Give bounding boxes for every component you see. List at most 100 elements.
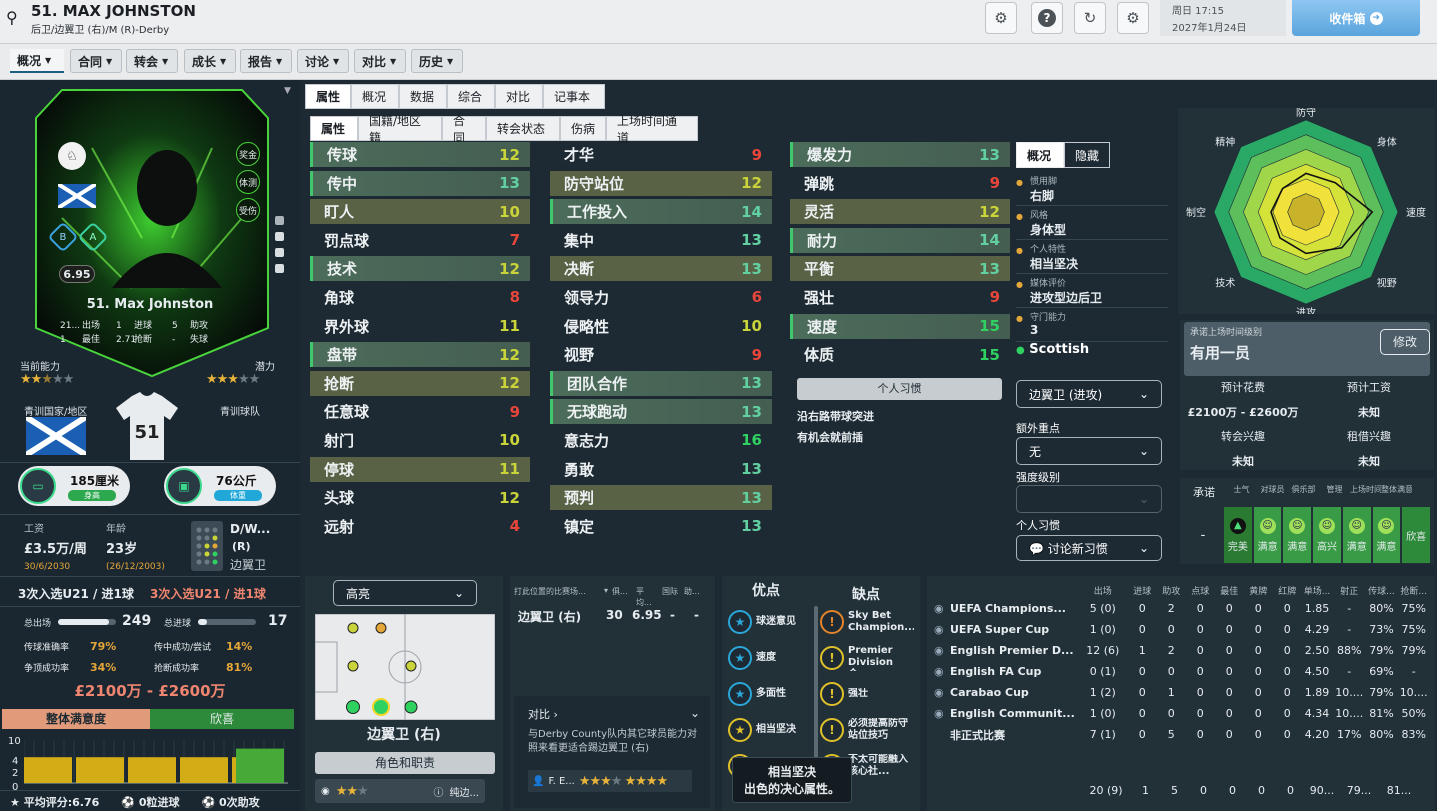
subtab-transfer-status[interactable]: 转会状态	[486, 116, 560, 141]
search-icon[interactable]: ⚲	[6, 8, 18, 27]
subtab-compare[interactable]: 对比	[495, 84, 543, 109]
col-header[interactable]: 射正	[1332, 582, 1366, 598]
tab-development[interactable]: 成长 ▼	[184, 49, 236, 73]
info-tab-hidden[interactable]: 隐藏	[1064, 142, 1110, 168]
con-item[interactable]: ! 强壮	[820, 676, 918, 712]
pro-item[interactable]: ★ 相当坚决	[728, 712, 818, 748]
happiness-cell[interactable]: ▲ 完美	[1224, 507, 1252, 563]
attribute-row[interactable]: 侵略性 10	[550, 314, 772, 339]
col-header[interactable]: 单场...	[1302, 582, 1333, 598]
attribute-row[interactable]: 耐力 14	[790, 227, 1010, 253]
attribute-row[interactable]: 盯人 10	[310, 199, 530, 225]
table-row[interactable]: ◉ Carabao Cup 1 (2) 0 1 0 0 0 0 1.89 10.... 79% 10..…	[931, 682, 1431, 703]
attribute-row[interactable]: 领导力 6	[550, 285, 772, 310]
subtab-playtime-path[interactable]: 上场时间通道	[606, 114, 698, 145]
chevron-down-icon[interactable]: ▼	[284, 86, 291, 96]
attribute-row[interactable]: 强壮 9	[790, 285, 1010, 310]
subtab-notebook[interactable]: 记事本	[543, 84, 605, 109]
tab-contract[interactable]: 合同 ▼	[70, 49, 122, 73]
col-header[interactable]: 出场	[1078, 582, 1128, 598]
attribute-row[interactable]: 罚点球 7	[310, 228, 530, 253]
pager-dot[interactable]	[275, 248, 284, 257]
attribute-row[interactable]: 速度 15	[790, 313, 1010, 339]
attribute-row[interactable]: 灵活 12	[790, 199, 1010, 225]
col-header[interactable]: 传球...	[1366, 582, 1396, 598]
table-row[interactable]: ◉ UEFA Champions... 5 (0) 0 2 0 0 0 0 1.85 - 80% 75%	[931, 598, 1431, 619]
attribute-row[interactable]: 勇敢 13	[550, 457, 772, 482]
tab-history[interactable]: 历史 ▼	[411, 49, 463, 73]
pro-item[interactable]: ★ 多面性	[728, 676, 818, 712]
tab-compare[interactable]: 对比 ▼	[354, 49, 406, 73]
role-select[interactable]: 边翼卫 (进攻) ⌄	[1016, 380, 1162, 408]
table-row[interactable]: ◉ English Communit... 1 (0) 0 0 0 0 0 0 4.34 10...…	[931, 703, 1431, 724]
col-header[interactable]: 抢断...	[1397, 582, 1431, 598]
extra-focus-select[interactable]: 无 ⌄	[1016, 437, 1162, 465]
attribute-row[interactable]: 镇定 13	[550, 514, 772, 539]
col-header[interactable]: 黄牌	[1244, 582, 1273, 598]
subtab-attributes[interactable]: 属性	[310, 116, 358, 141]
roles-duties-button[interactable]: 角色和职责	[315, 752, 495, 774]
discuss-habit-button[interactable]: 💬 讨论新习惯 ⌄	[1016, 535, 1162, 561]
happiness-cell[interactable]: 欣喜	[1402, 507, 1430, 563]
intensity-select[interactable]: ⌄	[1016, 485, 1162, 513]
happiness-cell[interactable]: ☺ 高兴	[1313, 507, 1341, 563]
con-item[interactable]: ! Sky Bet Champion...	[820, 604, 918, 640]
attribute-row[interactable]: 弹跳 9	[790, 171, 1010, 196]
attribute-row[interactable]: 预判 13	[550, 485, 772, 511]
tab-transfer[interactable]: 转会 ▼	[126, 49, 178, 73]
tab-reports[interactable]: 报告 ▼	[240, 49, 292, 73]
attribute-row[interactable]: 抢断 12	[310, 370, 530, 396]
attribute-row[interactable]: 决断 13	[550, 256, 772, 282]
posstats-row[interactable]: 边翼卫 (右) 30 6.95- -	[518, 608, 699, 625]
col-header[interactable]: 红牌	[1273, 582, 1302, 598]
attribute-row[interactable]: 工作投入 14	[550, 199, 772, 225]
edit-playtime-button[interactable]: 修改	[1380, 329, 1430, 355]
radio-icon[interactable]: ◉	[321, 786, 330, 797]
attribute-row[interactable]: 团队合作 13	[550, 370, 772, 396]
attribute-row[interactable]: 集中 13	[550, 228, 772, 253]
happiness-cell[interactable]: ☺ 满意	[1342, 507, 1371, 563]
coach-icon-button[interactable]: ⚙	[985, 2, 1017, 34]
attribute-row[interactable]: 头球 12	[310, 485, 530, 510]
attribute-row[interactable]: 传中 13	[310, 170, 530, 196]
tab-discuss[interactable]: 讨论 ▼	[297, 49, 349, 73]
subtab-data[interactable]: 数据	[399, 84, 447, 109]
attribute-row[interactable]: 防守站位 12	[550, 170, 772, 196]
help-button[interactable]: ?	[1031, 2, 1063, 34]
col-header[interactable]: 助攻	[1157, 582, 1186, 598]
table-row[interactable]: ◉ English FA Cup 0 (1) 0 0 0 0 0 0 4.50 - 69% -	[931, 661, 1431, 682]
attribute-row[interactable]: 界外球 11	[310, 314, 530, 339]
col-header[interactable]: 进球	[1128, 582, 1157, 598]
table-row[interactable]: ◉ English Premier D... 12 (6) 1 2 0 0 0 0 2.50 88%…	[931, 640, 1431, 661]
card-pager[interactable]	[275, 216, 284, 273]
table-row[interactable]: 非正式比赛 7 (1) 0 5 0 0 0 0 4.20 17% 80% 83%	[931, 724, 1431, 745]
attribute-row[interactable]: 无球跑动 13	[550, 399, 772, 425]
attribute-row[interactable]: 任意球 9	[310, 399, 530, 424]
subtab-summary[interactable]: 综合	[447, 84, 495, 109]
con-item[interactable]: ! 必须提高防守站位技巧	[820, 712, 918, 748]
pro-item[interactable]: ★ 速度	[728, 640, 818, 676]
attribute-row[interactable]: 射门 10	[310, 428, 530, 453]
pager-dot[interactable]	[275, 264, 284, 273]
highlight-select[interactable]: 高亮 ⌄	[333, 580, 477, 606]
attribute-row[interactable]: 意志力 16	[550, 428, 772, 453]
col-header[interactable]: 最佳	[1215, 582, 1244, 598]
table-row[interactable]: ◉ UEFA Super Cup 1 (0) 0 0 0 0 0 0 4.29 - 73% 75%	[931, 619, 1431, 640]
subtab-injuries[interactable]: 伤病	[560, 116, 606, 141]
chevron-down-icon[interactable]: ⌄	[690, 706, 700, 720]
settings-button[interactable]: ⚙	[1117, 2, 1149, 34]
pros-scrollbar[interactable]	[814, 606, 818, 776]
attribute-row[interactable]: 平衡 13	[790, 256, 1010, 282]
attribute-row[interactable]: 停球 11	[310, 456, 530, 482]
attribute-row[interactable]: 才华 9	[550, 142, 772, 167]
attribute-row[interactable]: 视野 9	[550, 342, 772, 367]
compare-player-row[interactable]: 👤 F. E... ★★★★ ★★★★	[528, 770, 692, 792]
happiness-cell[interactable]: ☺ 满意	[1372, 507, 1401, 563]
role-row[interactable]: ◉ ★★★ ⓘ 纯边...	[315, 779, 485, 803]
subtab-overview[interactable]: 概况	[351, 84, 399, 109]
compare-header[interactable]: 对比 ›	[528, 706, 558, 722]
attribute-row[interactable]: 传球 12	[310, 142, 530, 167]
attribute-row[interactable]: 体质 15	[790, 342, 1010, 367]
subtab-nationality[interactable]: 国籍/地区籍	[358, 114, 442, 145]
info-tab-overview[interactable]: 概况	[1016, 142, 1064, 168]
